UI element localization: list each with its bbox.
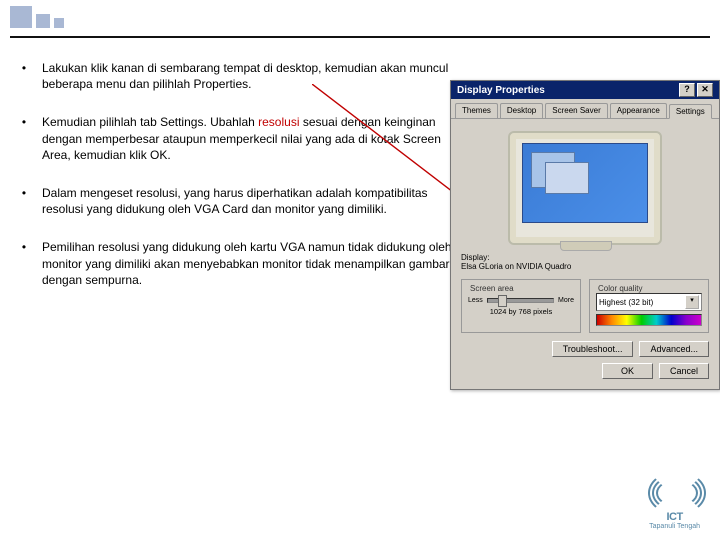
tab-desktop[interactable]: Desktop <box>500 103 543 118</box>
bullet-text: Kemudian pilihlah tab Settings. Ubahlah … <box>42 114 460 163</box>
tab-screen-saver[interactable]: Screen Saver <box>545 103 607 118</box>
monitor-preview <box>508 131 662 245</box>
help-button[interactable]: ? <box>679 83 695 97</box>
sq-med <box>36 14 50 28</box>
bullet-item: • Dalam mengeset resolusi, yang harus dip… <box>20 185 460 217</box>
header-rule <box>10 36 710 38</box>
advanced-button[interactable]: Advanced... <box>639 341 709 357</box>
bullet-item: • Lakukan klik kanan di sembarang tempat … <box>20 60 460 92</box>
color-value: Highest (32 bit) <box>599 298 653 307</box>
ict-logo: ICT Tapanuli Tengah <box>649 473 700 530</box>
screen-area-label: Screen area <box>468 284 516 293</box>
tab-appearance[interactable]: Appearance <box>610 103 667 118</box>
sq-large <box>10 6 32 28</box>
slider-more: More <box>558 297 574 304</box>
cancel-button[interactable]: Cancel <box>659 363 709 379</box>
tab-themes[interactable]: Themes <box>455 103 498 118</box>
resolution-value: 1024 by 768 pixels <box>468 307 574 316</box>
bullet-text: Pemilihan resolusi yang didukung oleh ka… <box>42 239 460 288</box>
tab-row: ThemesDesktopScreen SaverAppearanceSetti… <box>451 99 719 119</box>
dialog-title: Display Properties <box>457 85 545 96</box>
display-label: Display: <box>461 253 709 262</box>
troubleshoot-button[interactable]: Troubleshoot... <box>552 341 634 357</box>
highlight-resolusi: resolusi <box>258 115 299 129</box>
screen-area-fieldset: Screen area Less More 1024 by 768 pixels <box>461 279 581 333</box>
bullet-dot: • <box>20 60 28 92</box>
color-preview <box>596 314 702 326</box>
color-fieldset: Color quality Highest (32 bit) ▾ <box>589 279 709 333</box>
bullet-dot: • <box>20 185 28 217</box>
bullet-item: • Kemudian pilihlah tab Settings. Ubahlah… <box>20 114 460 163</box>
bullet-item: • Pemilihan resolusi yang didukung oleh k… <box>20 239 460 288</box>
bullet-text: Lakukan klik kanan di sembarang tempat d… <box>42 60 460 92</box>
dialog-body: Display: Elsa GLoria on NVIDIA Quadro Sc… <box>451 119 719 389</box>
main-text: • Lakukan klik kanan di sembarang tempat … <box>0 60 460 310</box>
slider-less: Less <box>468 297 483 304</box>
resolution-slider[interactable] <box>487 298 554 303</box>
bullet-text: Dalam mengeset resolusi, yang harus dipe… <box>42 185 460 217</box>
display-value: Elsa GLoria on NVIDIA Quadro <box>461 262 709 271</box>
dialog-titlebar: Display Properties ? ✕ <box>451 81 719 99</box>
color-combo[interactable]: Highest (32 bit) ▾ <box>596 293 702 311</box>
ok-button[interactable]: OK <box>602 363 653 379</box>
display-properties-dialog: Display Properties ? ✕ ThemesDesktopScre… <box>450 80 720 390</box>
close-button[interactable]: ✕ <box>697 83 713 97</box>
chevron-down-icon: ▾ <box>685 295 699 309</box>
logo-subtitle: Tapanuli Tengah <box>649 523 700 530</box>
tab-settings[interactable]: Settings <box>669 104 712 119</box>
bullet-dot: • <box>20 239 28 288</box>
bullet-dot: • <box>20 114 28 163</box>
header-decor <box>10 6 64 28</box>
sq-small <box>54 18 64 28</box>
color-label: Color quality <box>596 284 644 293</box>
